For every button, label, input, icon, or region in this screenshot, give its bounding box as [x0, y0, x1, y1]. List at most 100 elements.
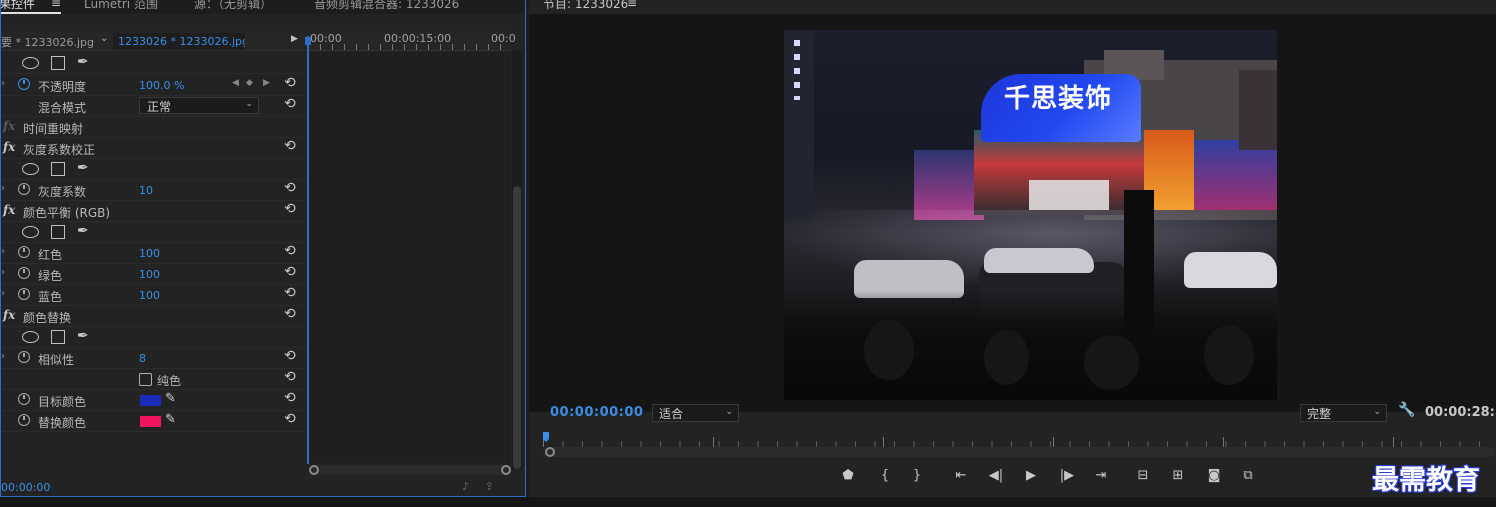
rectangle-mask-icon[interactable] [51, 56, 65, 70]
stopwatch-icon[interactable] [18, 288, 30, 300]
add-marker-icon[interactable]: ⬟ [837, 468, 859, 483]
stopwatch-icon[interactable] [18, 78, 30, 90]
fx-icon[interactable]: fx [3, 140, 15, 154]
go-to-out-icon[interactable]: ⇥ [1090, 468, 1112, 483]
stopwatch-icon[interactable] [18, 267, 30, 279]
settings-wrench-icon[interactable]: 🔧 [1398, 402, 1415, 418]
eyedropper-icon[interactable]: ✎ [165, 412, 176, 427]
play-triangle-icon[interactable]: ▶ [291, 34, 298, 44]
chevron-down-icon[interactable]: ⌄ [100, 33, 108, 44]
panel-menu-icon[interactable]: ≡ [627, 0, 637, 10]
sequence-clip-selector[interactable]: 1233026 * 1233026.jpg [113, 33, 245, 50]
reset-icon[interactable]: ⟲ [284, 201, 296, 217]
program-playhead-timecode[interactable]: 00:00:00:00 [550, 405, 643, 420]
stopwatch-icon[interactable] [18, 351, 30, 363]
program-monitor-title[interactable]: 节目: 1233026 [543, 0, 628, 12]
stopwatch-icon[interactable] [18, 183, 30, 195]
ellipse-mask-icon[interactable] [22, 57, 39, 69]
program-zoom-scrollbar[interactable] [543, 447, 1496, 457]
gamma-correction-label[interactable]: 灰度系数校正 [23, 141, 95, 158]
go-to-in-icon[interactable]: ⇤ [950, 468, 972, 483]
solid-color-checkbox[interactable] [139, 373, 152, 386]
reset-icon[interactable]: ⟲ [284, 390, 296, 406]
master-clip-label[interactable]: 要 * 1233026.jpg [1, 34, 94, 50]
monitor-viewport[interactable]: 千思装饰 [529, 14, 1496, 412]
mini-timeline-area[interactable] [309, 51, 511, 463]
gamma-value[interactable]: 10 [139, 184, 153, 197]
step-back-icon[interactable]: ◀| [985, 468, 1007, 483]
expand-chevron-icon[interactable]: › [1, 267, 5, 278]
reset-icon[interactable]: ⟲ [284, 369, 296, 385]
next-keyframe-icon[interactable]: ▶ [263, 78, 270, 88]
rectangle-mask-icon[interactable] [51, 330, 65, 344]
current-time-readout[interactable]: 00:00:00 [1, 481, 50, 494]
playhead-line[interactable] [307, 36, 309, 464]
reset-icon[interactable]: ⟲ [284, 285, 296, 301]
scrollbar-thumb[interactable] [513, 186, 521, 469]
extract-icon[interactable]: ⊞ [1167, 468, 1189, 483]
reset-icon[interactable]: ⟲ [284, 138, 296, 154]
stopwatch-icon[interactable] [18, 393, 30, 405]
timeline-zoom-scrollbar[interactable] [309, 465, 511, 475]
stopwatch-icon[interactable] [18, 414, 30, 426]
mark-in-icon[interactable]: { [874, 468, 896, 483]
pen-mask-icon[interactable]: ✒ [77, 328, 89, 344]
play-icon[interactable]: ▶ [1020, 468, 1042, 483]
target-color-swatch[interactable] [140, 395, 161, 406]
zoom-fit-dropdown[interactable]: 适合 ⌄ [652, 404, 739, 422]
reset-icon[interactable]: ⟲ [284, 411, 296, 427]
pen-mask-icon[interactable]: ✒ [77, 223, 89, 239]
expand-chevron-icon[interactable]: › [1, 288, 5, 299]
eyedropper-icon[interactable]: ✎ [165, 391, 176, 406]
fx-icon[interactable]: fx [3, 203, 15, 217]
compare-view-icon[interactable]: ⧉ [1237, 468, 1259, 483]
export-icon[interactable]: ⇪ [485, 480, 494, 493]
expand-chevron-icon[interactable]: › [1, 78, 5, 89]
color-balance-label[interactable]: 颜色平衡 (RGB) [23, 204, 110, 221]
reset-icon[interactable]: ⟲ [284, 243, 296, 259]
add-keyframe-icon[interactable]: ◆ [246, 78, 253, 88]
playback-resolution-dropdown[interactable]: 完整 ⌄ [1300, 404, 1387, 422]
audio-scrub-icon[interactable]: ♪ [462, 480, 469, 493]
expand-chevron-icon[interactable]: › [1, 351, 5, 362]
mini-timeline-ruler[interactable]: 00:00 00:00:15:00 00:0 [308, 31, 516, 51]
zoom-handle-right[interactable] [501, 465, 511, 475]
red-value[interactable]: 100 [139, 247, 160, 260]
ellipse-mask-icon[interactable] [22, 163, 39, 175]
ellipse-mask-icon[interactable] [22, 226, 39, 238]
expand-chevron-icon[interactable]: › [1, 246, 5, 257]
reset-icon[interactable]: ⟲ [284, 306, 296, 322]
reset-icon[interactable]: ⟲ [284, 348, 296, 364]
fx-icon[interactable]: fx [3, 308, 15, 322]
vertical-scrollbar[interactable] [512, 51, 522, 469]
lift-icon[interactable]: ⊟ [1132, 468, 1154, 483]
fx-icon[interactable]: fx [3, 119, 15, 133]
mark-out-icon[interactable]: } [906, 468, 928, 483]
zoom-handle-left[interactable] [545, 447, 555, 457]
opacity-value[interactable]: 100.0 % [139, 79, 184, 92]
color-replace-label[interactable]: 颜色替换 [23, 309, 71, 326]
prev-keyframe-icon[interactable]: ◀ [232, 78, 239, 88]
tab-lumetri-scopes[interactable]: Lumetri 范围 [84, 0, 158, 12]
panel-menu-icon[interactable]: ≡ [51, 0, 61, 10]
time-remap-label[interactable]: 时间重映射 [23, 120, 83, 137]
tab-source[interactable]: 源：（无剪辑） [194, 0, 272, 12]
reset-icon[interactable]: ⟲ [284, 180, 296, 196]
reset-icon[interactable]: ⟲ [284, 75, 296, 91]
pen-mask-icon[interactable]: ✒ [77, 54, 89, 70]
reset-icon[interactable]: ⟲ [284, 264, 296, 280]
step-forward-icon[interactable]: |▶ [1056, 468, 1078, 483]
rectangle-mask-icon[interactable] [51, 162, 65, 176]
green-value[interactable]: 100 [139, 268, 160, 281]
similarity-value[interactable]: 8 [139, 352, 146, 365]
tab-audio-clip-mixer[interactable]: 音频剪辑混合器: 1233026 [314, 0, 459, 12]
blend-mode-dropdown[interactable]: 正常 ⌄ [139, 97, 259, 114]
blue-value[interactable]: 100 [139, 289, 160, 302]
expand-chevron-icon[interactable]: › [1, 183, 5, 194]
stopwatch-icon[interactable] [18, 246, 30, 258]
pen-mask-icon[interactable]: ✒ [77, 160, 89, 176]
reset-icon[interactable]: ⟲ [284, 96, 296, 112]
replace-color-swatch[interactable] [140, 416, 161, 427]
export-frame-camera-icon[interactable]: ◙ [1203, 468, 1225, 483]
tab-effect-controls[interactable]: 果控件 [1, 0, 35, 12]
